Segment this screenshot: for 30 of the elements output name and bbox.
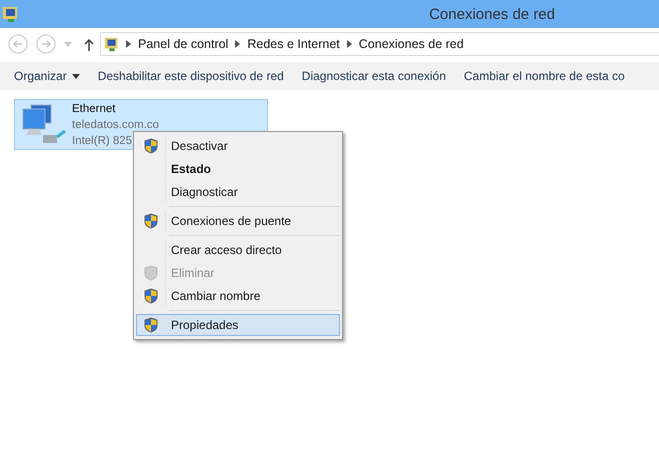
network-folder-icon bbox=[2, 5, 20, 23]
shield-icon bbox=[144, 288, 158, 304]
window-title: Conexiones de red bbox=[429, 6, 555, 22]
menu-item[interactable]: Estado bbox=[136, 158, 340, 180]
breadcrumb[interactable]: Panel de control bbox=[138, 37, 228, 51]
menu-item[interactable]: Diagnosticar bbox=[136, 181, 340, 203]
toolbar-button[interactable]: Diagnosticar esta conexión bbox=[296, 66, 451, 86]
connection-name: Ethernet bbox=[72, 102, 116, 117]
menu-item[interactable]: Crear acceso directo bbox=[136, 239, 340, 261]
toolbar-button[interactable]: Organizar bbox=[9, 66, 85, 86]
breadcrumb[interactable]: Redes e Internet bbox=[247, 37, 340, 51]
toolbar-button[interactable]: Cambiar el nombre de esta co bbox=[458, 66, 630, 86]
caret-icon bbox=[72, 74, 80, 78]
address-bar[interactable]: Panel de control Redes e Internet Conexiones de red bbox=[100, 32, 659, 56]
menu-item[interactable]: Propiedades bbox=[136, 314, 340, 336]
toolbar-button[interactable]: Deshabilitar este dispositivo de red bbox=[92, 66, 289, 86]
menu-item[interactable]: Cambiar nombre bbox=[136, 285, 340, 307]
menu-item[interactable]: Conexiones de puente bbox=[136, 210, 340, 232]
chevron-icon[interactable] bbox=[126, 40, 131, 48]
chevron-icon[interactable] bbox=[235, 40, 240, 48]
up-arrow-icon[interactable] bbox=[84, 38, 94, 50]
shield-icon bbox=[144, 213, 158, 229]
breadcrumb[interactable]: Conexiones de red bbox=[358, 37, 464, 51]
chevron-icon[interactable] bbox=[346, 40, 352, 48]
network-name: teledatos.com.co bbox=[72, 118, 159, 133]
shield-icon bbox=[144, 265, 158, 281]
adapter-name: Intel(R) 825 bbox=[72, 134, 132, 149]
shield-icon bbox=[144, 317, 158, 333]
shield-icon bbox=[144, 138, 158, 154]
network-folder-icon bbox=[104, 36, 120, 52]
